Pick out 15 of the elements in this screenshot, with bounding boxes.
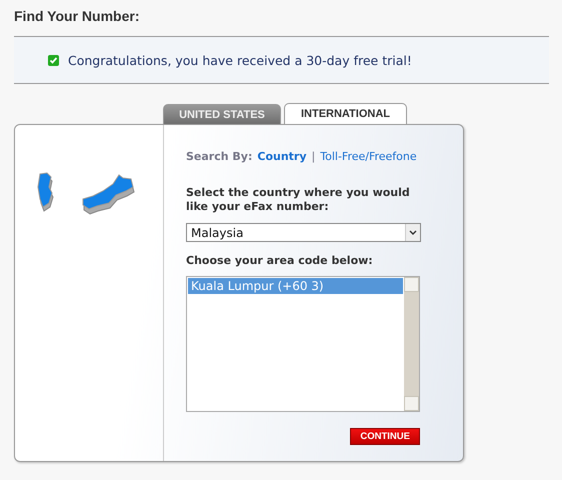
search-option-link[interactable]: Toll-Free/Freefone — [320, 150, 417, 163]
area-code-label: Choose your area code below: — [186, 254, 374, 267]
notice-text: Congratulations, you have received a 30-day free trial! — [68, 52, 412, 68]
separator-text: | — [312, 150, 316, 163]
search-by-label: Search By: — [186, 150, 252, 163]
tab[interactable]: UNITED STATES — [163, 104, 281, 124]
page-heading: Find Your Number: — [14, 8, 140, 25]
search-option-link[interactable]: Country — [257, 150, 307, 163]
area-code-listbox[interactable]: Kuala Lumpur (+60 3) — [186, 276, 420, 412]
list-item[interactable]: Kuala Lumpur (+60 3) — [188, 278, 403, 294]
country-label: Select the country where you would like your eFax number: — [186, 186, 411, 214]
country-select[interactable]: Malaysia — [186, 223, 421, 242]
scrollbar[interactable] — [404, 277, 419, 411]
tab[interactable]: INTERNATIONAL — [284, 103, 407, 124]
continue-button[interactable]: CONTINUE — [350, 428, 420, 445]
